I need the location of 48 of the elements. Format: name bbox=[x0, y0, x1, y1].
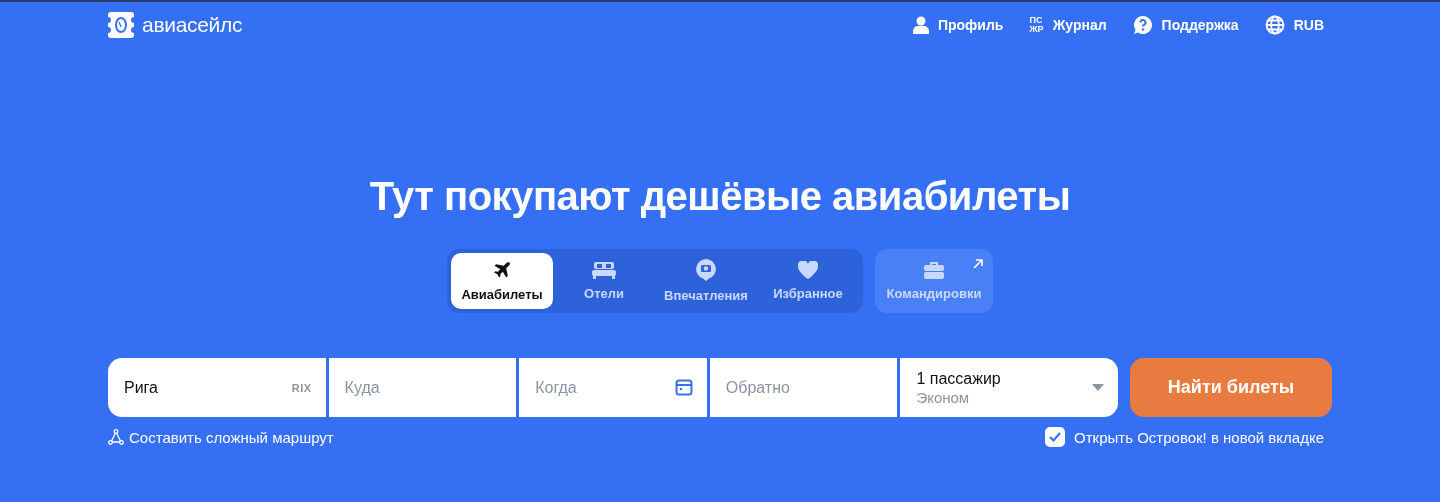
nav-link[interactable]: Профиль bbox=[912, 15, 1004, 35]
tab-label: Избранное bbox=[773, 286, 843, 301]
service-tab[interactable]: Авиабилеты bbox=[451, 253, 553, 309]
service-tab[interactable]: Отели bbox=[553, 253, 655, 309]
service-tab[interactable]: Впечатления bbox=[655, 253, 757, 309]
heart-icon bbox=[798, 261, 818, 279]
search-button[interactable]: Найти билеты bbox=[1130, 358, 1332, 417]
airport-code: RIX bbox=[291, 381, 312, 394]
nav-link[interactable]: Поддержка bbox=[1132, 15, 1239, 35]
link-label: Составить сложный маршрут bbox=[129, 428, 334, 446]
service-tab[interactable]: Командировки bbox=[875, 249, 993, 313]
passengers-field[interactable]: 1 пассажир Эконом bbox=[900, 358, 1118, 417]
origin-value: Рига bbox=[124, 378, 158, 397]
briefcase-icon bbox=[924, 261, 944, 279]
tab-label: Авиабилеты bbox=[461, 287, 543, 302]
bed-icon bbox=[592, 261, 616, 279]
service-tab[interactable]: Избранное bbox=[757, 253, 859, 309]
dropdown-caret-icon bbox=[1091, 384, 1104, 391]
complex-route-link[interactable]: Составить сложный маршрут bbox=[108, 427, 334, 447]
journal-icon: ПС ЖР bbox=[1029, 16, 1044, 34]
depart-date-field[interactable]: Когда bbox=[519, 358, 707, 417]
checkbox-label: Открыть Островок! в новой вкладке bbox=[1074, 428, 1324, 446]
checkbox[interactable] bbox=[1045, 427, 1066, 447]
tab-label: Командировки bbox=[886, 286, 982, 301]
logo-text[interactable]: авиасейлс bbox=[142, 13, 243, 37]
passenger-count: 1 пассажир bbox=[916, 369, 1001, 388]
tab-label: Отели bbox=[584, 286, 624, 301]
return-date-field[interactable]: Обратно bbox=[709, 358, 898, 417]
airplane-icon bbox=[492, 260, 512, 280]
tab-label: Впечатления bbox=[664, 288, 748, 303]
nav-label: Журнал bbox=[1052, 17, 1107, 33]
external-arrow-icon bbox=[973, 259, 983, 269]
camera-pin-icon bbox=[696, 259, 716, 281]
check-icon bbox=[1049, 432, 1062, 442]
cabin-class: Эконом bbox=[916, 388, 971, 406]
globe-icon bbox=[1264, 15, 1285, 35]
logo-icon[interactable] bbox=[108, 12, 134, 38]
destination-field[interactable]: Куда bbox=[328, 358, 517, 417]
nav-link[interactable]: RUB bbox=[1264, 15, 1324, 35]
nav-label: Профиль bbox=[937, 17, 1004, 33]
nav-label: Поддержка bbox=[1161, 17, 1239, 33]
route-icon bbox=[108, 429, 124, 445]
nav-label: RUB bbox=[1293, 17, 1324, 33]
calendar-icon bbox=[674, 378, 693, 396]
person-icon bbox=[912, 16, 929, 34]
origin-field[interactable]: Рига RIX bbox=[108, 358, 326, 417]
page-heading: Тут покупают дешёвые авиабилеты bbox=[369, 174, 1071, 219]
help-icon bbox=[1132, 15, 1153, 35]
